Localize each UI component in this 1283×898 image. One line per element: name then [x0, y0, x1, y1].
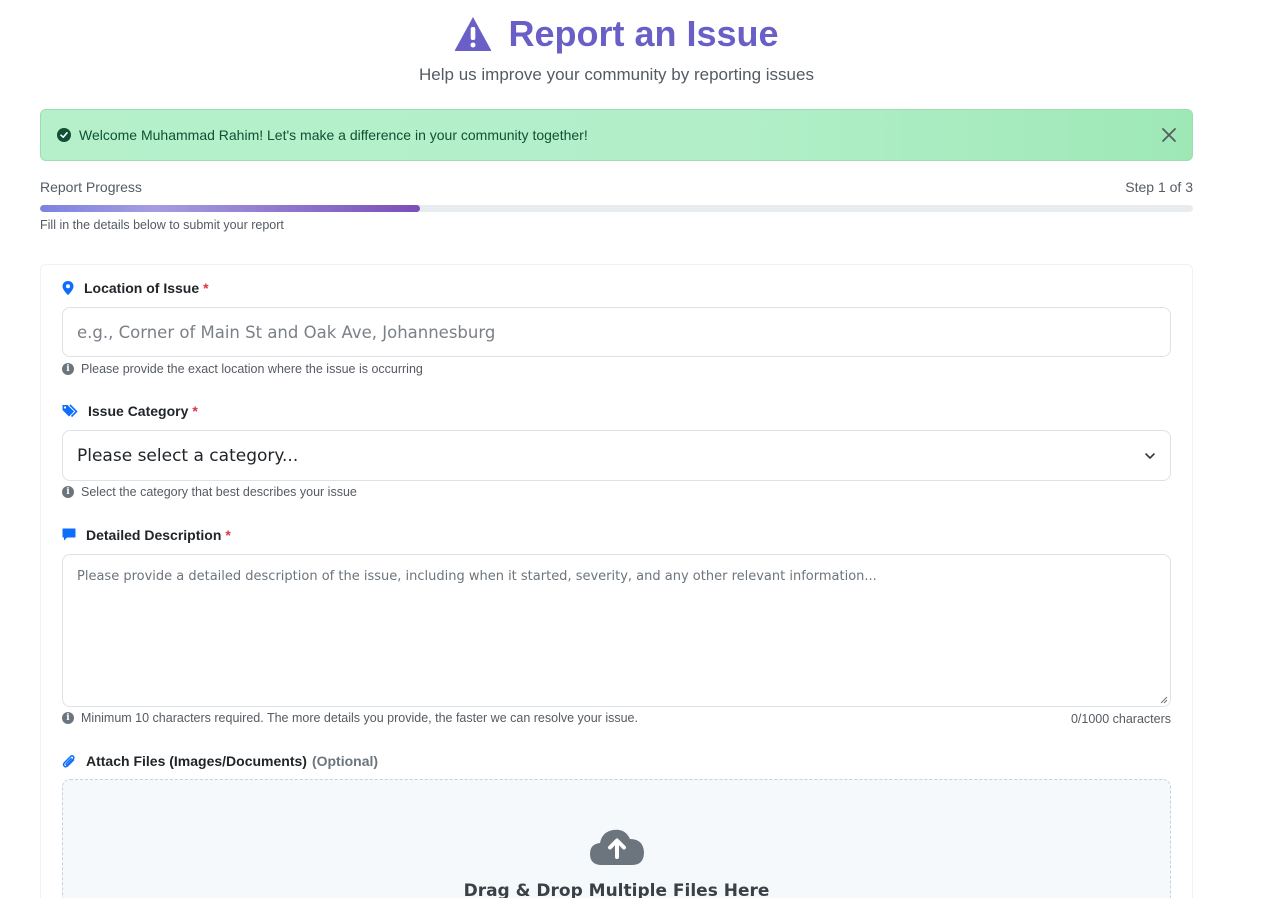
progress-step: Step 1 of 3 — [1125, 179, 1193, 195]
location-help: i Please provide the exact location wher… — [62, 362, 423, 376]
page-header: Report an Issue Help us improve your com… — [0, 12, 1233, 85]
category-label: Issue Category * — [62, 403, 198, 419]
info-circle-icon: i — [62, 363, 74, 375]
attachments-label-text: Attach Files (Images/Documents) — [86, 753, 307, 769]
category-select[interactable]: Please select a category... — [62, 430, 1171, 481]
location-placeholder: e.g., Corner of Main St and Oak Ave, Joh… — [77, 322, 496, 342]
page-title: Report an Issue — [454, 12, 779, 56]
map-pin-icon — [62, 281, 74, 295]
category-help: i Select the category that best describe… — [62, 485, 357, 499]
chevron-down-icon — [1145, 453, 1155, 459]
attachments-label: Attach Files (Images/Documents) (Optiona… — [62, 753, 378, 769]
required-marker: * — [225, 527, 231, 543]
dropzone-title: Drag & Drop Multiple Files Here — [463, 881, 770, 898]
progress-hint: Fill in the details below to submit your… — [40, 218, 284, 232]
required-marker: * — [192, 403, 198, 419]
character-counter: 0/1000 characters — [1070, 712, 1171, 726]
location-input[interactable]: e.g., Corner of Main St and Oak Ave, Joh… — [62, 307, 1171, 357]
description-label: Detailed Description * — [62, 527, 231, 543]
description-textarea[interactable]: Please provide a detailed description of… — [62, 554, 1171, 707]
info-circle-icon: i — [62, 712, 74, 724]
description-label-text: Detailed Description — [86, 527, 222, 543]
location-label: Location of Issue * — [62, 280, 209, 296]
location-label-text: Location of Issue — [84, 280, 200, 296]
cloud-upload-icon — [590, 829, 644, 865]
close-icon[interactable] — [1160, 126, 1178, 144]
description-help: i Minimum 10 characters required. The mo… — [62, 711, 638, 725]
warning-triangle-icon — [455, 17, 492, 51]
resize-handle-icon[interactable] — [1160, 696, 1168, 704]
location-help-text: Please provide the exact location where … — [81, 362, 423, 376]
progress-bar-fill — [40, 205, 421, 212]
description-placeholder: Please provide a detailed description of… — [77, 569, 877, 584]
description-help-text: Minimum 10 characters required. The more… — [81, 711, 638, 725]
alert-message: Welcome Muhammad Rahim! Let's make a dif… — [79, 127, 588, 143]
paperclip-icon — [62, 754, 75, 768]
comment-icon — [62, 528, 76, 541]
page-title-text: Report an Issue — [508, 13, 779, 54]
welcome-alert: Welcome Muhammad Rahim! Let's make a dif… — [40, 109, 1193, 161]
tags-icon — [62, 404, 78, 418]
category-selected-value: Please select a category... — [77, 445, 299, 466]
progress-label: Report Progress — [40, 179, 142, 195]
info-circle-icon: i — [62, 486, 74, 498]
file-dropzone[interactable]: Drag & Drop Multiple Files Here — [62, 779, 1171, 898]
optional-marker: (Optional) — [311, 753, 379, 769]
progress-bar — [40, 205, 1193, 212]
check-circle-icon — [57, 128, 71, 142]
category-help-text: Select the category that best describes … — [81, 485, 357, 499]
category-label-text: Issue Category — [88, 403, 189, 419]
page-subtitle: Help us improve your community by report… — [419, 65, 814, 84]
required-marker: * — [203, 280, 209, 296]
